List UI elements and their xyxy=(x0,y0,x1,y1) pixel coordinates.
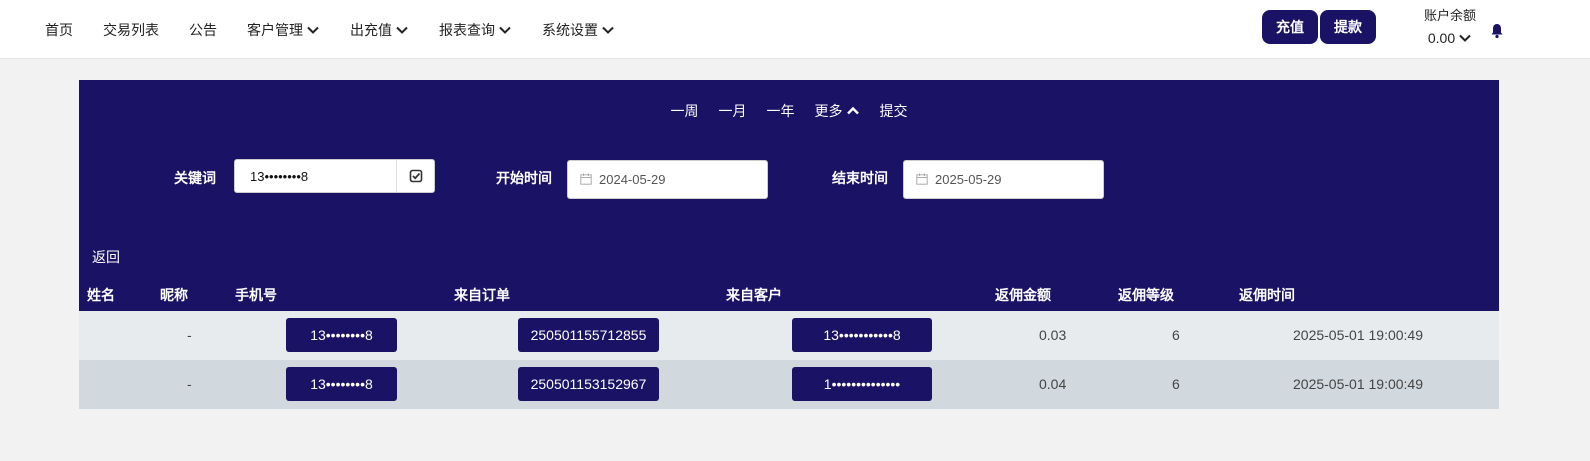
back-link[interactable]: 返回 xyxy=(92,247,120,267)
nav-item-recharge-withdraw[interactable]: 出充值 xyxy=(350,20,409,40)
nav-item-reports[interactable]: 报表查询 xyxy=(439,20,512,40)
start-date-input[interactable] xyxy=(599,172,759,187)
quick-range-bar: 一周 一月 一年 更多 提交 xyxy=(79,101,1499,121)
table-row: - 13••••••••8 250501155712855 13••••••••… xyxy=(79,311,1499,360)
main-nav: 首页 交易列表 公告 客户管理 出充值 报表查询 系统设置 xyxy=(45,0,645,59)
header-from-order: 来自订单 xyxy=(454,287,510,303)
filter-panel: 一周 一月 一年 更多 提交 关键词 开始时间 结束时间 返回 姓名 昵称 手机… xyxy=(79,80,1499,311)
quick-one-week[interactable]: 一周 xyxy=(671,101,699,121)
quick-more-toggle[interactable]: 更多 xyxy=(815,101,860,121)
chevron-down-icon xyxy=(498,23,512,37)
nav-item-customer-management[interactable]: 客户管理 xyxy=(247,20,320,40)
end-time-label: 结束时间 xyxy=(832,170,888,186)
start-date-field[interactable] xyxy=(567,160,768,199)
quick-one-month[interactable]: 一月 xyxy=(719,101,747,121)
cell-commission-level: 6 xyxy=(1172,376,1180,392)
nav-item-label: 报表查询 xyxy=(439,21,495,38)
table-header: 姓名 昵称 手机号 来自订单 来自客户 返佣金额 返佣等级 返佣时间 xyxy=(79,280,1499,308)
cell-commission-amount: 0.04 xyxy=(1039,376,1067,392)
calendar-icon xyxy=(916,172,935,188)
chevron-down-icon xyxy=(395,23,409,37)
cell-commission-level: 6 xyxy=(1172,327,1180,343)
nav-item-label: 公告 xyxy=(189,21,217,38)
more-label: 更多 xyxy=(814,103,843,119)
submit-link[interactable]: 提交 xyxy=(880,101,908,121)
bell-icon[interactable] xyxy=(1490,23,1504,39)
balance-value: 0.00 xyxy=(1427,30,1456,46)
chevron-down-icon xyxy=(601,23,615,37)
quick-one-year[interactable]: 一年 xyxy=(767,101,795,121)
account-balance[interactable]: 账户余额 0.00 xyxy=(1415,7,1485,48)
end-date-input[interactable] xyxy=(935,172,1095,187)
nav-item-home[interactable]: 首页 xyxy=(45,20,73,40)
cell-commission-time: 2025-05-01 19:00:49 xyxy=(1293,327,1423,343)
keyword-field-group xyxy=(234,159,435,193)
chevron-up-icon xyxy=(846,104,860,118)
recharge-button[interactable]: 充值 xyxy=(1262,10,1318,44)
cell-commission-amount: 0.03 xyxy=(1039,327,1067,343)
nav-item-label: 出充值 xyxy=(350,21,392,38)
header-name: 姓名 xyxy=(87,287,115,303)
keyword-label: 关键词 xyxy=(174,170,216,186)
nav-item-label: 系统设置 xyxy=(542,21,598,38)
withdraw-button[interactable]: 提款 xyxy=(1320,10,1376,44)
header-commission-level: 返佣等级 xyxy=(1118,287,1174,303)
phone-button[interactable]: 13••••••••8 xyxy=(286,367,397,401)
balance-label: 账户余额 xyxy=(1423,8,1476,23)
header-commission-time: 返佣时间 xyxy=(1239,287,1295,303)
chevron-down-icon xyxy=(306,23,320,37)
header-commission-amount: 返佣金额 xyxy=(995,287,1051,303)
nav-item-label: 交易列表 xyxy=(103,21,159,38)
chevron-down-icon xyxy=(1458,31,1472,45)
table-row: - 13••••••••8 250501153152967 1•••••••••… xyxy=(79,360,1499,409)
cell-commission-time: 2025-05-01 19:00:49 xyxy=(1293,376,1423,392)
order-button[interactable]: 250501153152967 xyxy=(518,367,659,401)
client-button[interactable]: 1•••••••••••••• xyxy=(792,367,932,401)
balance-value-row: 0.00 xyxy=(1415,28,1485,48)
header-nickname: 昵称 xyxy=(160,287,188,303)
top-navigation-bar: 首页 交易列表 公告 客户管理 出充值 报表查询 系统设置 充值 提款 账户余额… xyxy=(0,0,1590,59)
check-square-icon[interactable] xyxy=(396,160,434,192)
end-date-field[interactable] xyxy=(903,160,1104,199)
nav-item-transactions[interactable]: 交易列表 xyxy=(103,20,159,40)
header-phone: 手机号 xyxy=(235,287,277,303)
order-button[interactable]: 250501155712855 xyxy=(518,318,659,352)
nav-item-announcements[interactable]: 公告 xyxy=(189,20,217,40)
header-from-client: 来自客户 xyxy=(726,287,782,303)
client-button[interactable]: 13•••••••••••8 xyxy=(792,318,932,352)
calendar-icon xyxy=(580,172,599,188)
nav-item-label: 首页 xyxy=(45,21,73,38)
start-time-label: 开始时间 xyxy=(496,170,552,186)
phone-button[interactable]: 13••••••••8 xyxy=(286,318,397,352)
nav-item-label: 客户管理 xyxy=(247,21,303,38)
cell-nickname: - xyxy=(187,327,192,343)
cell-nickname: - xyxy=(187,376,192,392)
keyword-input[interactable] xyxy=(235,160,396,192)
nav-item-system-settings[interactable]: 系统设置 xyxy=(542,20,615,40)
